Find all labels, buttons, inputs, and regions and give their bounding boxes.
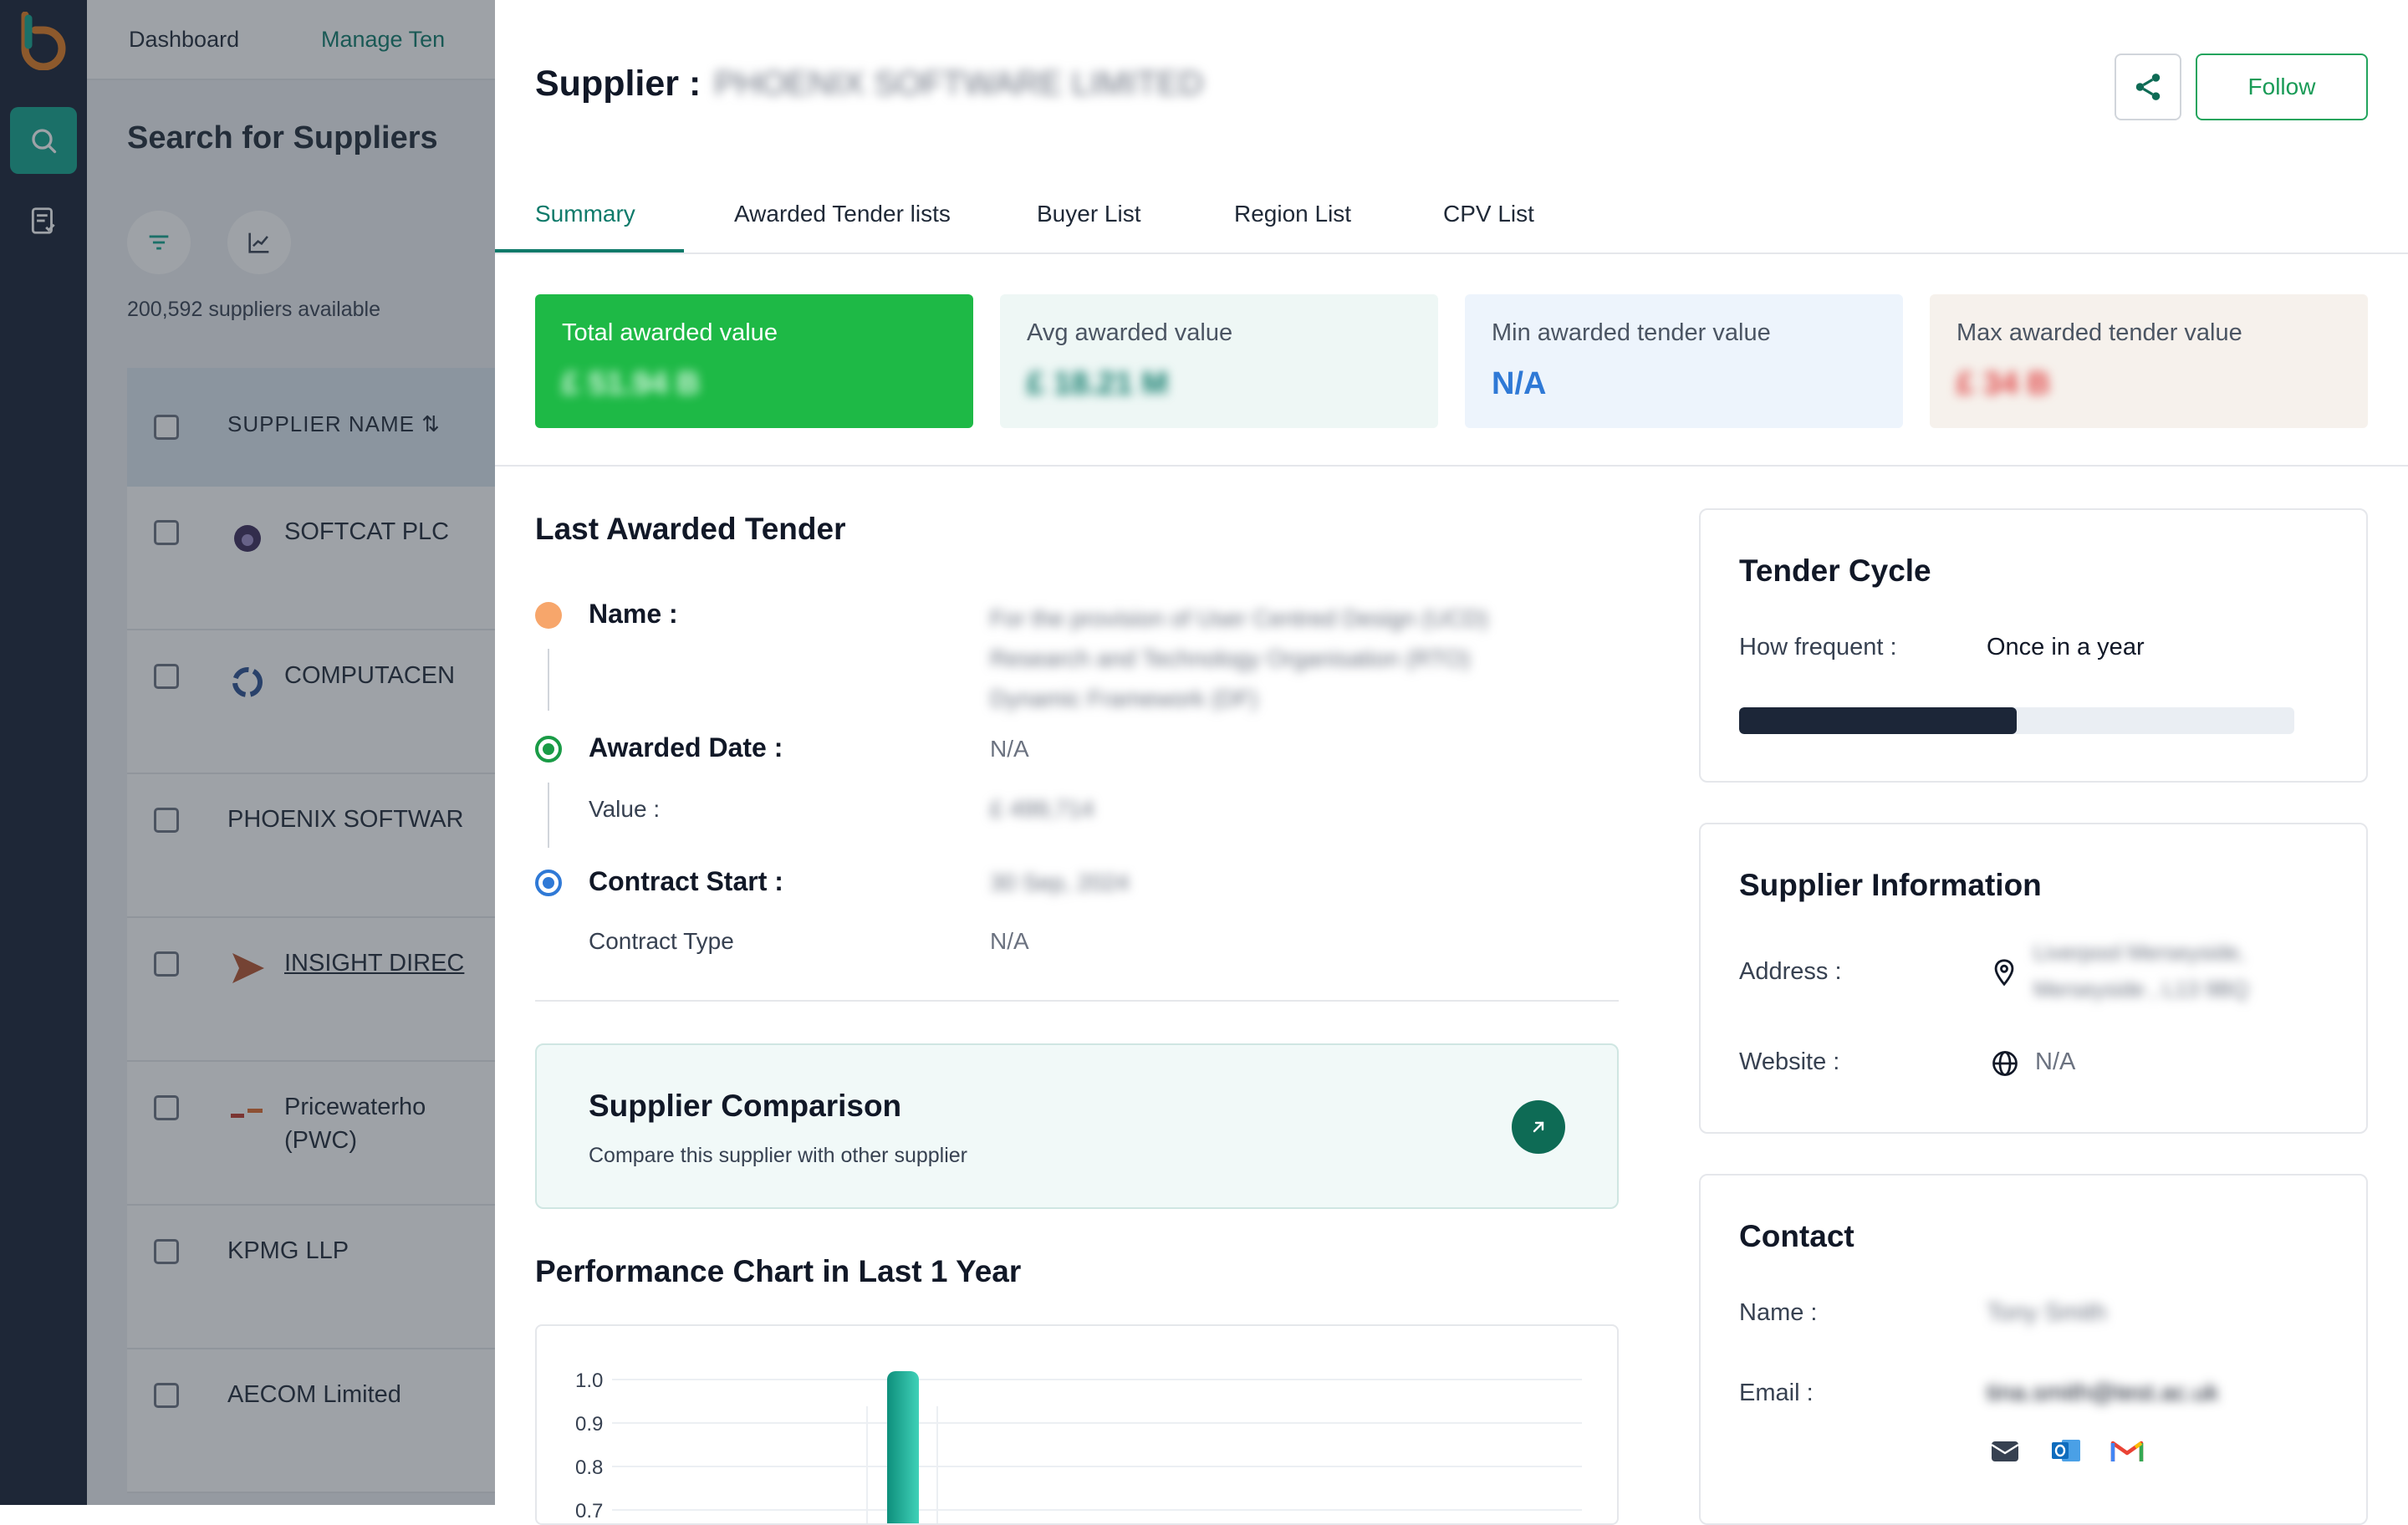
stat-value: £ 34 B xyxy=(1956,366,2050,401)
tab-region-list[interactable]: Region List xyxy=(1234,201,1351,227)
comparison-title: Supplier Comparison xyxy=(589,1089,902,1123)
website-label: Website : xyxy=(1739,1048,1840,1075)
active-tab-indicator xyxy=(495,249,684,252)
supplier-information-card: Supplier Information Address : Liverpool… xyxy=(1699,823,2368,1134)
max-awarded-value-card: Max awarded tender value £ 34 B xyxy=(1930,294,2368,428)
stat-label: Total awarded value xyxy=(562,319,778,346)
share-button[interactable] xyxy=(2115,54,2181,120)
tab-cpv-list[interactable]: CPV List xyxy=(1443,201,1534,227)
supplier-comparison-card[interactable]: Supplier Comparison Compare this supplie… xyxy=(535,1043,1619,1209)
stat-value: N/A xyxy=(1492,366,1547,401)
contact-name-label: Name : xyxy=(1739,1299,1818,1326)
gmail-icon[interactable] xyxy=(2110,1438,2144,1463)
outlook-icon[interactable] xyxy=(2050,1435,2082,1466)
address-line1: Liverpool Merseyside, xyxy=(2033,940,2245,965)
address-line2: Merseyside , L13 9BQ xyxy=(2033,977,2249,1002)
performance-chart-svg: 1.0 0.9 0.8 0.7 xyxy=(575,1369,1582,1525)
tab-buyer-list[interactable]: Buyer List xyxy=(1037,201,1141,227)
contact-card: Contact Name : Tony Smith Email : tina.s… xyxy=(1699,1174,2368,1525)
awarded-date-label: Awarded Date : xyxy=(589,732,783,762)
contract-start-label: Contract Start : xyxy=(589,866,783,896)
mail-app-icon[interactable] xyxy=(1990,1436,2020,1465)
min-awarded-value-card: Min awarded tender value N/A xyxy=(1465,294,1903,428)
avg-awarded-value-card: Avg awarded value £ 18.21 M xyxy=(1000,294,1438,428)
follow-button[interactable]: Follow xyxy=(2196,54,2368,120)
globe-icon xyxy=(1992,1051,2018,1076)
contact-name-value: Tony Smith xyxy=(1987,1299,2107,1326)
how-frequent-value: Once in a year xyxy=(1987,634,2145,660)
tender-name-value: For the provision of User Centred Design… xyxy=(990,605,1488,711)
progress-fill xyxy=(1739,707,2017,734)
stat-value: £ 51.94 B xyxy=(562,366,700,401)
awarded-date-value: N/A xyxy=(990,736,1029,762)
tender-value: £ 499,714 xyxy=(990,796,1094,822)
value-label: Value : xyxy=(589,796,661,822)
contract-type-value: N/A xyxy=(990,928,1029,954)
section-divider xyxy=(495,465,2408,467)
tender-cycle-progress xyxy=(1739,707,2294,734)
open-comparison-button[interactable] xyxy=(1512,1100,1565,1154)
y-tick-label: 0.8 xyxy=(575,1456,603,1479)
drawer-title: Supplier : xyxy=(535,64,701,104)
stat-label: Avg awarded value xyxy=(1027,319,1233,346)
last-awarded-title: Last Awarded Tender xyxy=(535,512,846,546)
timeline-connector xyxy=(548,649,549,711)
y-tick-label: 1.0 xyxy=(575,1369,603,1392)
tender-cycle-title: Tender Cycle xyxy=(1739,553,1931,588)
y-tick-label: 0.7 xyxy=(575,1500,603,1522)
modal-backdrop[interactable] xyxy=(0,0,495,1505)
tender-cycle-card: Tender Cycle How frequent : Once in a ye… xyxy=(1699,508,2368,783)
tab-awarded-tender-lists[interactable]: Awarded Tender lists xyxy=(734,201,951,227)
timeline-connector xyxy=(548,783,549,848)
comparison-subtitle: Compare this supplier with other supplie… xyxy=(589,1144,967,1167)
location-pin-icon xyxy=(1994,959,2014,987)
contact-email-label: Email : xyxy=(1739,1380,1814,1406)
contract-type-label: Contract Type xyxy=(589,928,734,954)
tab-summary[interactable]: Summary xyxy=(535,201,635,227)
performance-chart-title: Performance Chart in Last 1 Year xyxy=(535,1254,1022,1288)
contact-email-value: tina.smith@test.ac.uk xyxy=(1987,1380,2219,1406)
stat-label: Min awarded tender value xyxy=(1492,319,1771,346)
chart-bar[interactable] xyxy=(887,1371,919,1525)
arrow-up-right-icon xyxy=(1533,1121,1544,1133)
how-frequent-label: How frequent : xyxy=(1739,634,1897,660)
contract-start-value: 30 Sep, 2024 xyxy=(990,870,1130,895)
y-tick-label: 0.9 xyxy=(575,1413,603,1436)
section-divider xyxy=(535,1000,1619,1002)
timeline-dot-green xyxy=(535,736,562,762)
detail-tabs: Summary Awarded Tender lists Buyer List … xyxy=(495,191,2408,254)
performance-chart: 1.0 0.9 0.8 0.7 xyxy=(535,1324,1619,1525)
share-icon xyxy=(2135,74,2161,100)
total-awarded-value-card: Total awarded value £ 51.94 B xyxy=(535,294,973,428)
supplier-detail-drawer: Supplier : PHOENIX SOFTWARE LIMITED Foll… xyxy=(495,0,2408,1525)
timeline-dot-orange xyxy=(535,602,562,629)
supplier-info-title: Supplier Information xyxy=(1739,868,2042,902)
contact-title: Contact xyxy=(1739,1219,1854,1253)
name-label: Name : xyxy=(589,599,678,629)
website-value: N/A xyxy=(2035,1048,2076,1075)
address-label: Address : xyxy=(1739,958,1842,985)
stat-label: Max awarded tender value xyxy=(1956,319,2242,346)
supplier-name-blurred: PHOENIX SOFTWARE LIMITED xyxy=(714,65,1204,102)
stat-value: £ 18.21 M xyxy=(1027,366,1168,401)
timeline-dot-blue xyxy=(535,870,562,896)
